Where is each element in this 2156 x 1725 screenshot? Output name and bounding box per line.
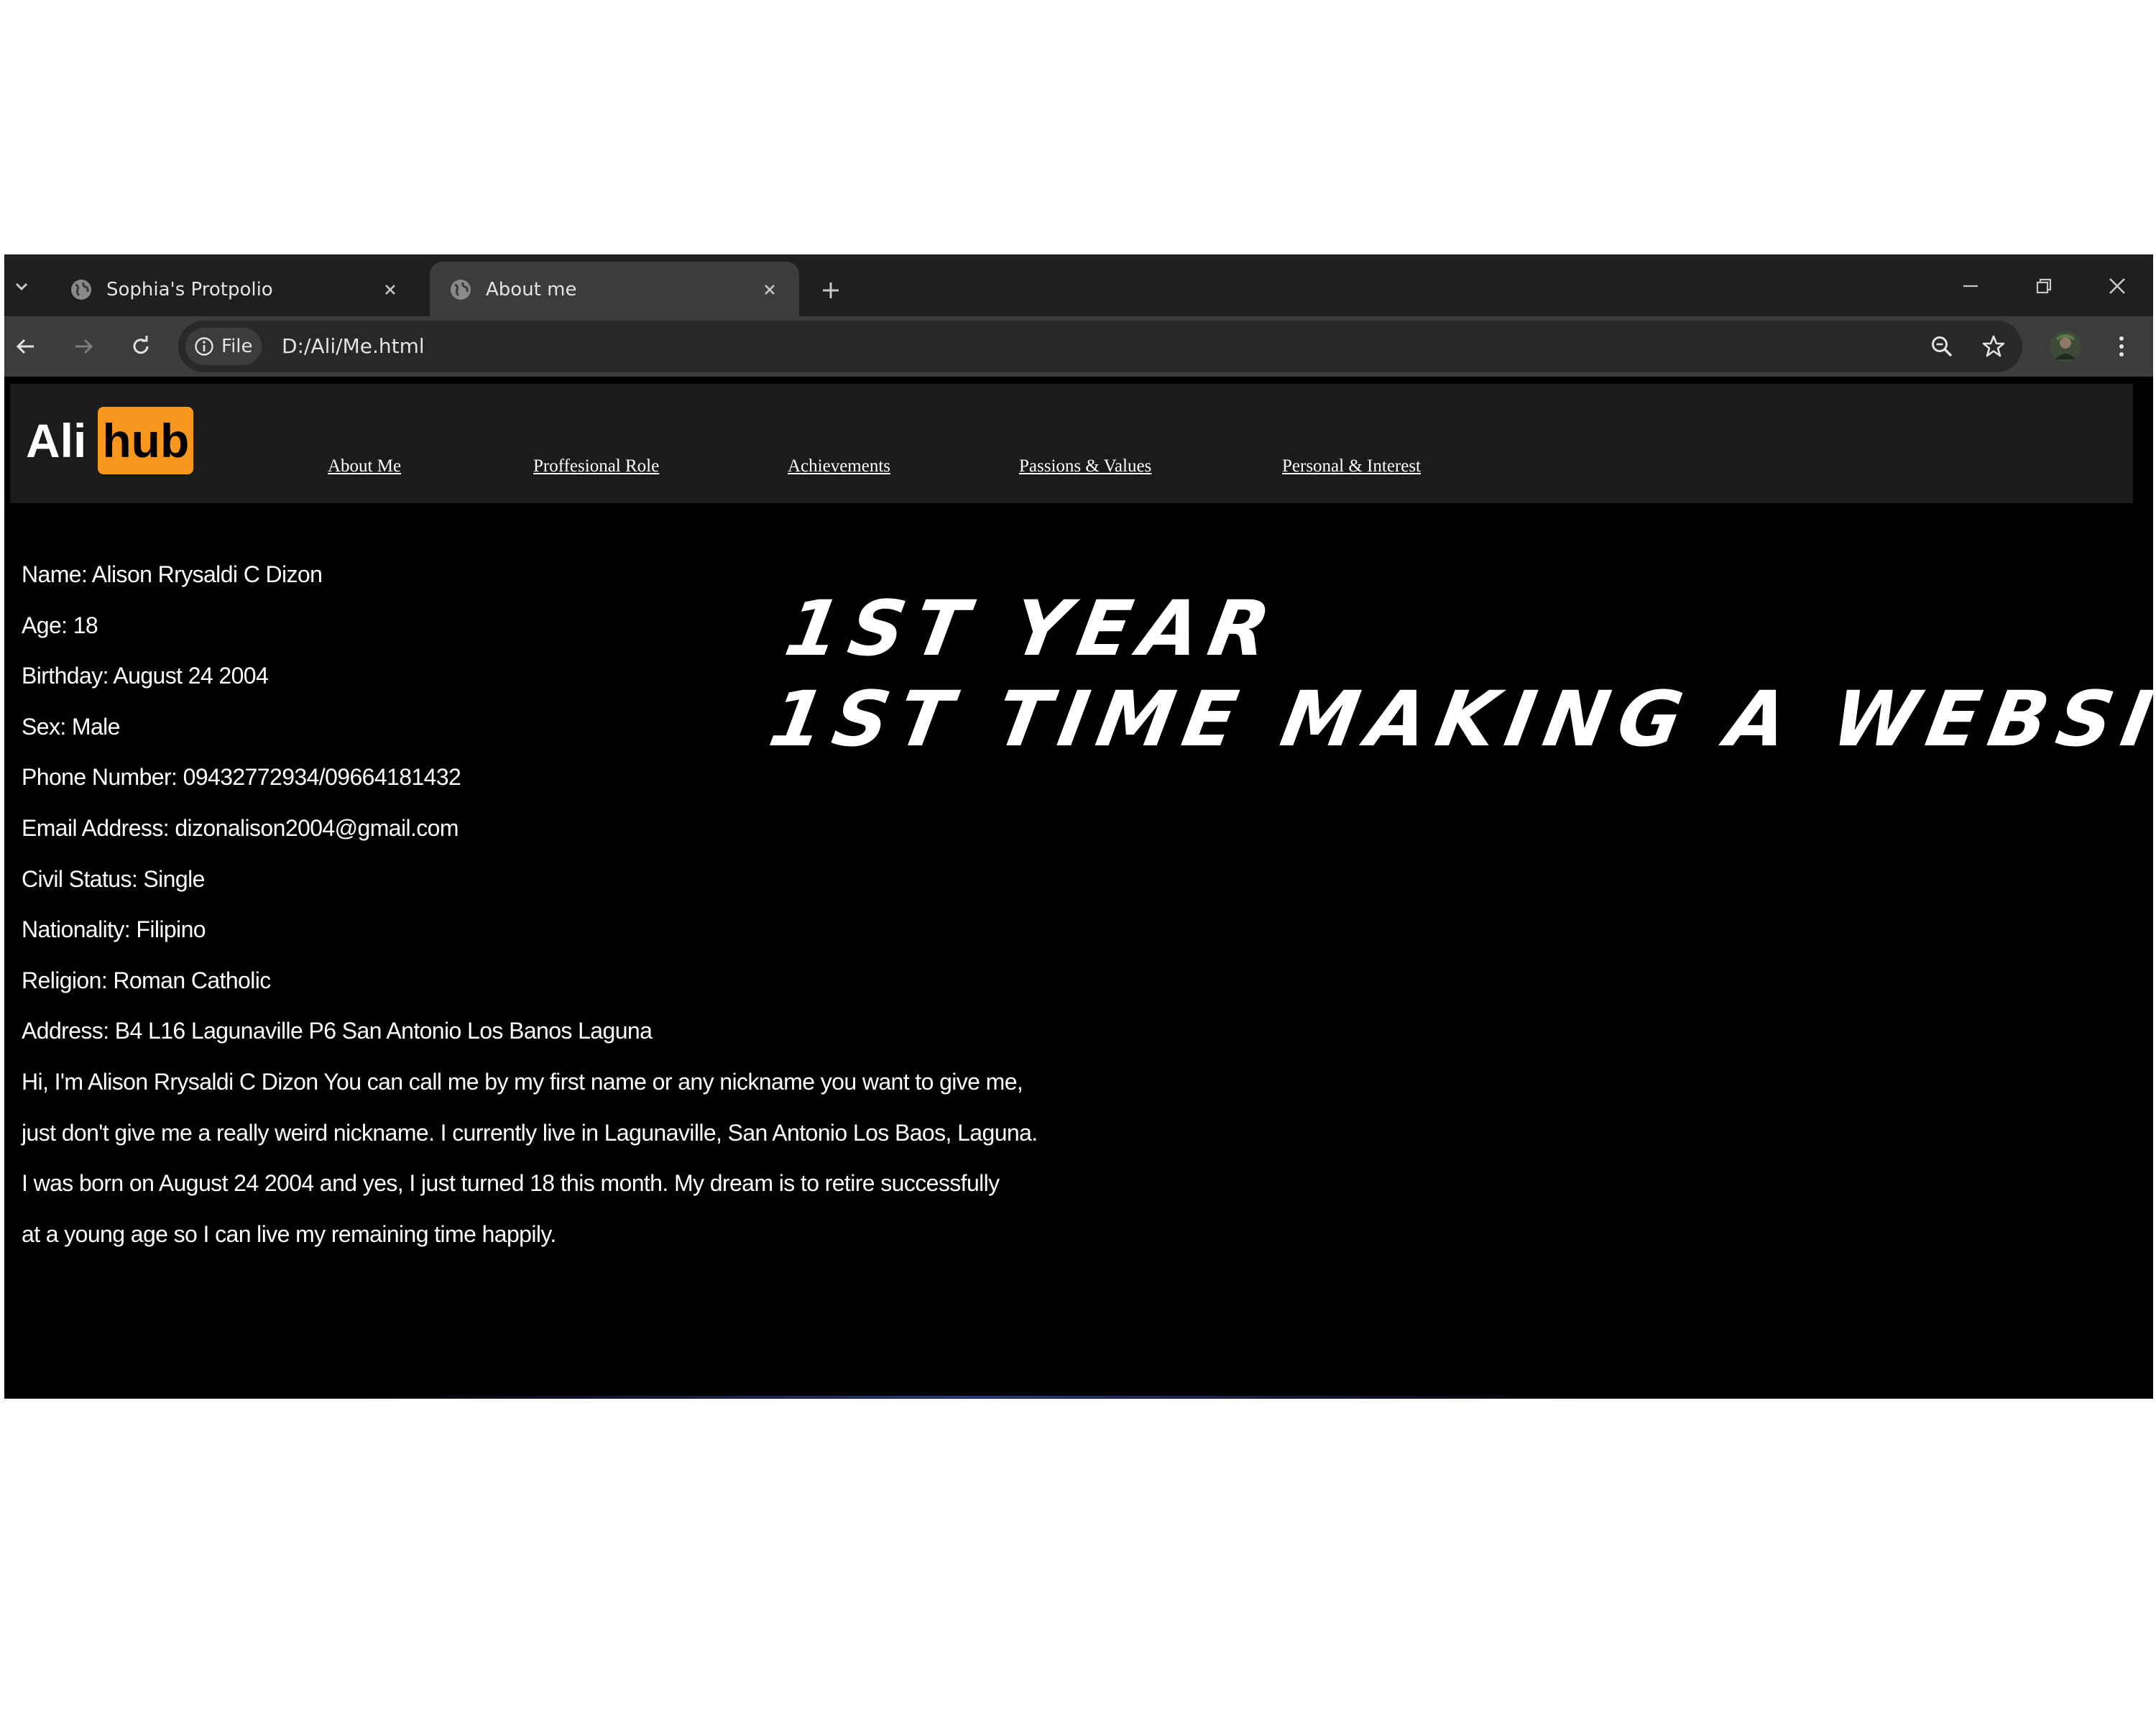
info-birthday: Birthday: August 24 2004: [22, 663, 269, 689]
new-tab-button[interactable]: [816, 276, 845, 305]
url-text[interactable]: D:/Ali/Me.html: [282, 334, 425, 359]
reload-button[interactable]: [125, 331, 157, 362]
info-nationality: Nationality: Filipino: [22, 916, 206, 943]
site-chip-label: File: [221, 336, 253, 357]
close-icon: [385, 285, 395, 295]
browser-window: Sophia's Protpolio About me File D:/Ali/…: [4, 254, 2156, 1399]
arrow-right-icon: [75, 339, 93, 354]
info-age: Age: 18: [22, 612, 98, 638]
star-icon: [1982, 335, 2005, 357]
tab-about-me[interactable]: About me: [430, 262, 799, 316]
logo-text-hub: hub: [98, 407, 194, 474]
zoom-icon: [1932, 336, 1953, 357]
tab-search-button[interactable]: [9, 273, 34, 299]
nav-link-passions-values[interactable]: Passions & Values: [1019, 456, 1151, 477]
headline-line-1: 1ST YEAR: [779, 584, 1286, 673]
site-logo[interactable]: Ali hub: [26, 407, 194, 474]
chevron-down-icon: [15, 282, 28, 291]
site-header: Ali hub About Me Proffesional Role Achie…: [10, 384, 2133, 503]
profile-avatar[interactable]: [2050, 331, 2081, 362]
minimize-button[interactable]: [1955, 270, 1986, 302]
info-email: Email Address: dizonalison2004@gmail.com: [22, 814, 459, 841]
forward-button[interactable]: [68, 331, 99, 362]
menu-button[interactable]: [2106, 331, 2137, 362]
reload-icon: [133, 336, 149, 354]
globe-icon: [451, 280, 471, 300]
globe-icon: [71, 280, 91, 300]
address-bar[interactable]: File D:/Ali/Me.html: [178, 321, 2022, 372]
browser-toolbar: File D:/Ali/Me.html: [4, 316, 2153, 377]
info-religion: Religion: Roman Catholic: [22, 967, 271, 993]
info-icon: [195, 337, 213, 356]
restore-button[interactable]: [2028, 270, 2060, 302]
headline-text: 1ST YEAR 1ST TIME MAKING A WEBSITE: [763, 584, 2156, 765]
back-button[interactable]: [10, 331, 42, 362]
bookmark-button[interactable]: [1981, 334, 2007, 359]
tab-strip: Sophia's Protpolio About me: [4, 254, 2153, 316]
nav-link-personal-interest[interactable]: Personal & Interest: [1282, 456, 1421, 477]
info-address: Address: B4 L16 Lagunaville P6 San Anton…: [22, 1018, 653, 1044]
arrow-left-icon: [16, 339, 34, 354]
tab-close-button[interactable]: [378, 277, 402, 302]
info-name: Name: Alison Rrysaldi C Dizon: [22, 561, 323, 587]
plus-icon: [823, 282, 839, 298]
info-phone: Phone Number: 09432772934/09664181432: [22, 764, 461, 791]
tab-title: Sophia's Protpolio: [106, 279, 273, 300]
zoom-button[interactable]: [1929, 334, 1955, 359]
nav-link-professional-role[interactable]: Proffesional Role: [533, 456, 659, 477]
tab-title: About me: [486, 279, 577, 300]
site-info-chip[interactable]: File: [185, 328, 262, 365]
info-sex: Sex: Male: [22, 713, 120, 740]
tab-sophias-protpolio[interactable]: Sophia's Protpolio: [50, 262, 420, 316]
more-vert-icon: [2119, 336, 2124, 356]
bio-paragraph: Hi, I'm Alison Rrysaldi C Dizon You can …: [22, 1057, 1038, 1259]
headline-line-2: 1ST TIME MAKING A WEBSITE: [763, 675, 2156, 763]
minimize-icon: [1963, 285, 1978, 288]
info-civil-status: Civil Status: Single: [22, 865, 205, 892]
bio-line: just don't give me a really weird nickna…: [22, 1119, 1038, 1146]
logo-text-ali: Ali: [26, 414, 87, 467]
close-icon: [765, 285, 775, 295]
bio-line: I was born on August 24 2004 and yes, I …: [22, 1170, 1000, 1197]
close-icon: [2109, 278, 2125, 294]
restore-icon: [2036, 278, 2052, 294]
bio-line: at a young age so I can live my remainin…: [22, 1220, 556, 1247]
nav-link-about-me[interactable]: About Me: [328, 456, 401, 477]
bio-line: Hi, I'm Alison Rrysaldi C Dizon You can …: [22, 1069, 1023, 1095]
page-viewport: Ali hub About Me Proffesional Role Achie…: [4, 382, 2156, 1396]
window-close-button[interactable]: [2101, 270, 2133, 302]
avatar-icon: [2050, 331, 2081, 362]
nav-link-achievements[interactable]: Achievements: [788, 456, 890, 477]
personal-info-list: Name: Alison Rrysaldi C Dizon Age: 18 Bi…: [22, 549, 653, 1057]
tab-close-button[interactable]: [757, 277, 782, 302]
viewport-bottom-edge: [364, 1396, 1585, 1398]
